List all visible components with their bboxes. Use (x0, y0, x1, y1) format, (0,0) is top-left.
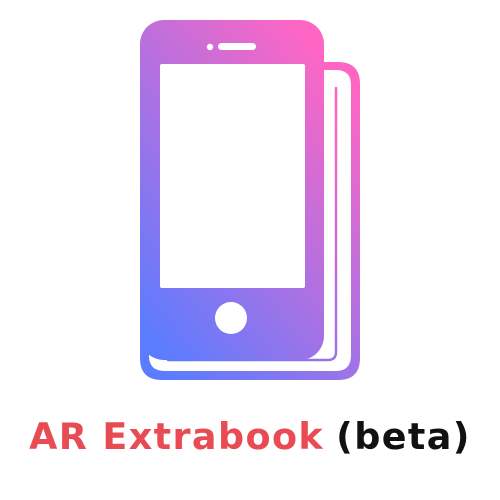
app-logo (0, 0, 500, 400)
phone-screen (160, 64, 305, 288)
beta-badge: (beta) (336, 414, 471, 458)
camera-dot (206, 43, 214, 51)
speaker-slot (218, 43, 256, 50)
brand-name: AR Extrabook (29, 414, 325, 458)
brand-wordmark: AR Extrabook (beta) (0, 400, 500, 474)
home-button (215, 302, 247, 334)
phone-book-icon (140, 20, 360, 380)
